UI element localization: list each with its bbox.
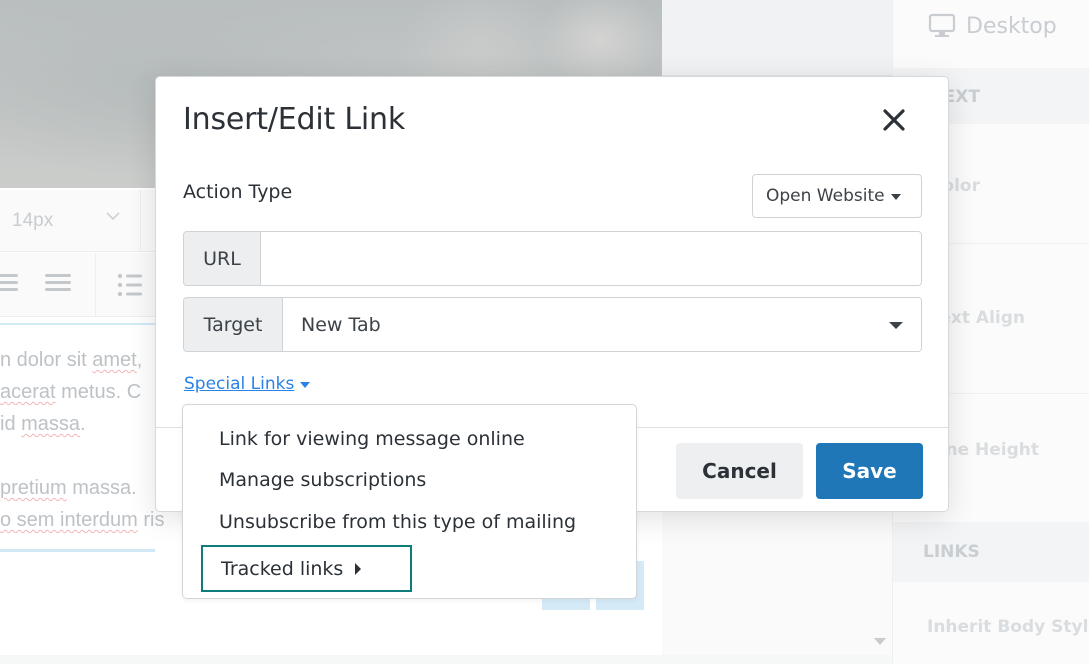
target-value: New Tab — [301, 313, 381, 336]
target-select[interactable]: New Tab — [283, 298, 921, 351]
canvas-header — [662, 0, 892, 76]
sidebar-property-inherit-body-style[interactable]: Inherit Body Style — [927, 617, 1089, 637]
caret-down-icon — [890, 193, 901, 200]
device-label: Desktop — [966, 13, 1057, 39]
action-type-select[interactable]: Open Website — [752, 174, 922, 218]
url-addon-label: URL — [184, 232, 261, 285]
caret-right-icon — [355, 562, 362, 575]
canvas-footer — [0, 655, 892, 664]
align-justify-icon[interactable] — [45, 274, 71, 298]
text-block-border — [0, 323, 155, 325]
chevron-down-icon — [106, 212, 120, 221]
url-input[interactable] — [261, 232, 921, 285]
special-links-label: Special Links — [184, 374, 295, 394]
text-block-border — [0, 549, 155, 552]
bulleted-list-icon[interactable] — [117, 272, 143, 298]
device-toggle[interactable]: Desktop — [928, 12, 1057, 40]
tracked-links-label: Tracked links — [221, 557, 344, 580]
menu-item-tracked-links[interactable]: Tracked links — [201, 545, 412, 592]
special-links-menu: Link for viewing message online Manage s… — [182, 404, 637, 599]
special-links-toggle[interactable]: Special Links — [184, 374, 311, 394]
align-center-icon[interactable] — [0, 274, 18, 298]
toolbar-divider — [140, 190, 141, 252]
menu-item-unsubscribe[interactable]: Unsubscribe from this type of mailing — [219, 511, 576, 533]
caret-down-icon — [889, 322, 903, 329]
close-icon — [883, 109, 905, 131]
scroll-down-arrow[interactable] — [874, 638, 886, 645]
menu-item-view-online[interactable]: Link for viewing message online — [219, 428, 525, 450]
sidebar-section-links: LINKS — [923, 542, 980, 562]
toolbar-divider — [95, 253, 96, 317]
caret-down-icon — [300, 381, 311, 388]
action-type-value: Open Website — [766, 186, 885, 206]
desktop-icon — [928, 13, 956, 37]
target-input-group: Target New Tab — [183, 297, 922, 352]
font-size-select[interactable]: 14px — [12, 210, 53, 232]
dialog-title: Insert/Edit Link — [183, 102, 406, 137]
target-addon-label: Target — [184, 298, 283, 351]
cancel-button[interactable]: Cancel — [676, 443, 803, 499]
menu-item-manage-subscriptions[interactable]: Manage subscriptions — [219, 469, 426, 491]
url-input-group: URL — [183, 231, 922, 286]
close-button[interactable] — [879, 105, 909, 135]
save-button[interactable]: Save — [816, 443, 923, 499]
action-type-label: Action Type — [183, 181, 293, 203]
